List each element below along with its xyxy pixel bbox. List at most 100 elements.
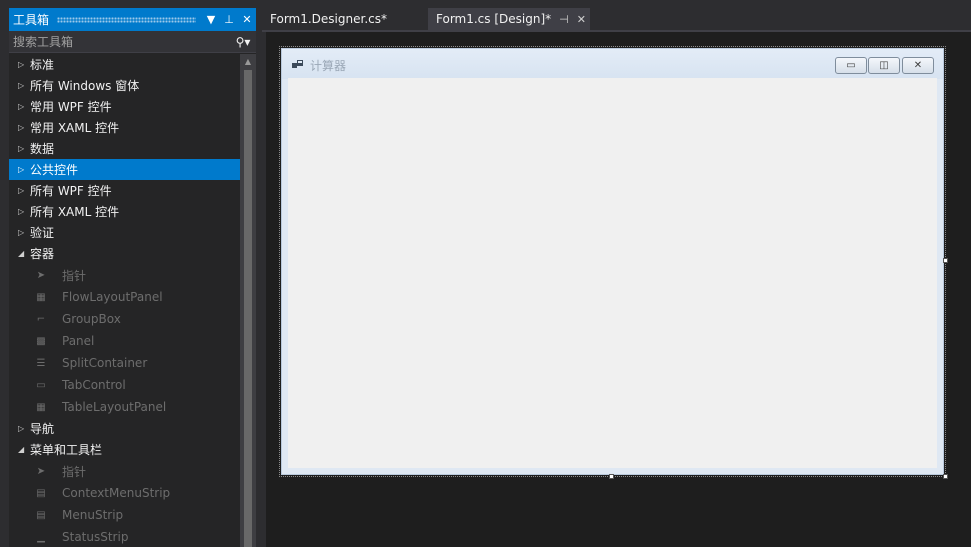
contextmenustrip-icon: ▤ <box>36 487 46 499</box>
statusstrip-icon: ▁ <box>37 531 45 543</box>
close-button[interactable]: ✕ <box>902 57 934 74</box>
visual-studio-window: 工具箱 ▼ ⊥ ✕ ⚲▾ ▷标准 ▷所有 Windows 窗体 ▷常用 WPF … <box>0 0 971 547</box>
form-title: 计算器 <box>310 59 347 73</box>
tool-item-flowlayoutpanel[interactable]: ▦ FlowLayoutPanel <box>9 286 240 308</box>
category-label: 容器 <box>30 247 55 261</box>
category-menus-toolbars[interactable]: ◢ 菜单和工具栏 <box>9 439 240 460</box>
expand-arrow-icon[interactable]: ▷ <box>18 123 30 132</box>
tool-item-statusstrip[interactable]: ▁ StatusStrip <box>9 526 240 547</box>
resize-handle-bottom[interactable] <box>609 474 614 479</box>
expand-arrow-icon[interactable]: ▷ <box>18 424 30 433</box>
form-client-area[interactable] <box>288 78 937 468</box>
category-navigation[interactable]: ▷ 导航 <box>9 418 240 439</box>
collapse-arrow-icon[interactable]: ◢ <box>18 249 30 258</box>
category-label: 公共控件 <box>30 163 79 177</box>
tool-label: GroupBox <box>62 312 121 326</box>
category-containers[interactable]: ◢ 容器 <box>9 243 240 264</box>
tool-label: MenuStrip <box>62 508 124 522</box>
category-label: 标准 <box>30 58 55 72</box>
tool-item-contextmenustrip[interactable]: ▤ ContextMenuStrip <box>9 482 240 504</box>
dropdown-icon[interactable]: ▼ <box>202 8 220 31</box>
scroll-up-icon[interactable]: ▲ <box>240 54 256 68</box>
tool-item-panel[interactable]: ▩ Panel <box>9 330 240 352</box>
pointer-icon: ➤ <box>36 465 46 477</box>
expand-arrow-icon[interactable]: ▷ <box>18 144 30 153</box>
tool-label: StatusStrip <box>62 530 129 544</box>
category-label: 验证 <box>30 226 55 240</box>
expand-arrow-icon[interactable]: ▷ <box>18 165 30 174</box>
tablelayoutpanel-icon: ▦ <box>36 401 46 413</box>
form-preview[interactable]: 计算器 ▭ ◫ ✕ <box>281 48 944 475</box>
category-common-wpf[interactable]: ▷ 常用 WPF 控件 <box>9 96 240 117</box>
category-data[interactable]: ▷ 数据 <box>9 138 240 159</box>
pin-icon[interactable]: ⊣ <box>559 13 569 26</box>
category-label: 常用 WPF 控件 <box>30 100 112 114</box>
expand-arrow-icon[interactable]: ▷ <box>18 81 30 90</box>
tool-label: ContextMenuStrip <box>62 486 171 500</box>
tool-item-tabcontrol[interactable]: ▭ TabControl <box>9 374 240 396</box>
category-label: 常用 XAML 控件 <box>30 121 120 135</box>
flowlayoutpanel-icon: ▦ <box>36 291 46 303</box>
tool-item-tablelayoutpanel[interactable]: ▦ TableLayoutPanel <box>9 396 240 418</box>
close-icon[interactable]: ✕ <box>577 13 586 26</box>
collapse-arrow-icon[interactable]: ◢ <box>18 445 30 454</box>
tool-label: Panel <box>62 334 95 348</box>
category-validation[interactable]: ▷ 验证 <box>9 222 240 243</box>
search-input[interactable] <box>9 31 230 52</box>
panel-icon: ▩ <box>36 335 46 347</box>
resize-handle-bottom-right[interactable] <box>943 474 948 479</box>
pointer-icon: ➤ <box>36 269 46 281</box>
maximize-button[interactable]: ◫ <box>868 57 900 74</box>
expand-arrow-icon[interactable]: ▷ <box>18 207 30 216</box>
groupbox-icon: ⌐ <box>36 313 46 325</box>
minimize-button[interactable]: ▭ <box>835 57 867 74</box>
category-standard[interactable]: ▷ 标准 <box>9 54 240 75</box>
expand-arrow-icon[interactable]: ▷ <box>18 60 30 69</box>
tool-label: 指针 <box>62 464 87 479</box>
document-tabs: Form1.Designer.cs* Form1.cs [Design]* ⊣ … <box>262 8 971 30</box>
tool-item-menustrip[interactable]: ▤ MenuStrip <box>9 504 240 526</box>
tab-form1-design[interactable]: Form1.cs [Design]* ⊣ ✕ <box>428 8 590 30</box>
scrollbar-thumb[interactable] <box>244 70 252 547</box>
category-all-windows-forms[interactable]: ▷ 所有 Windows 窗体 <box>9 75 240 96</box>
tool-item-pointer[interactable]: ➤ 指针 <box>9 264 240 286</box>
tool-item-splitcontainer[interactable]: ☰ SplitContainer <box>9 352 240 374</box>
tool-label: 指针 <box>62 268 87 283</box>
category-label: 所有 Windows 窗体 <box>30 79 140 93</box>
tool-label: TableLayoutPanel <box>62 400 167 414</box>
expand-arrow-icon[interactable]: ▷ <box>18 186 30 195</box>
toolbox-search: ⚲▾ <box>9 31 256 53</box>
category-all-wpf[interactable]: ▷ 所有 WPF 控件 <box>9 180 240 201</box>
expand-arrow-icon[interactable]: ▷ <box>18 228 30 237</box>
tab-label: Form1.Designer.cs* <box>270 12 387 26</box>
category-label: 所有 XAML 控件 <box>30 205 120 219</box>
menustrip-icon: ▤ <box>36 509 46 521</box>
tool-item-groupbox[interactable]: ⌐ GroupBox <box>9 308 240 330</box>
title-grip[interactable] <box>57 16 196 23</box>
category-common-xaml[interactable]: ▷ 常用 XAML 控件 <box>9 117 240 138</box>
category-label: 数据 <box>30 142 55 156</box>
tab-label: Form1.cs [Design]* <box>436 12 552 26</box>
expand-arrow-icon[interactable]: ▷ <box>18 102 30 111</box>
toolbox-panel: 工具箱 ▼ ⊥ ✕ ⚲▾ ▷标准 ▷所有 Windows 窗体 ▷常用 WPF … <box>9 8 256 547</box>
tool-label: SplitContainer <box>62 356 148 370</box>
toolbox-title-bar[interactable]: 工具箱 ▼ ⊥ ✕ <box>9 8 256 31</box>
close-icon[interactable]: ✕ <box>238 8 256 31</box>
form-window-icon <box>292 60 303 68</box>
tool-label: FlowLayoutPanel <box>62 290 163 304</box>
splitcontainer-icon: ☰ <box>36 357 46 369</box>
tabcontrol-icon: ▭ <box>36 379 46 391</box>
category-label: 菜单和工具栏 <box>30 443 103 457</box>
search-icon[interactable]: ⚲▾ <box>230 31 256 53</box>
toolbox-tree: ▷ 标准 ▷ 所有 Windows 窗体 ▷ 常用 WPF 控件 ▷ 常用 XAML 控… <box>9 54 240 547</box>
toolbox-title: 工具箱 <box>13 13 50 27</box>
category-label: 所有 WPF 控件 <box>30 184 112 198</box>
resize-handle-right[interactable] <box>943 258 948 263</box>
tab-form1-designer-cs[interactable]: Form1.Designer.cs* <box>262 8 422 30</box>
category-common-controls[interactable]: ▷ 公共控件 <box>9 159 240 180</box>
toolbox-scrollbar[interactable]: ▲ <box>240 54 256 547</box>
category-all-xaml[interactable]: ▷ 所有 XAML 控件 <box>9 201 240 222</box>
form-title-bar[interactable]: 计算器 ▭ ◫ ✕ <box>282 49 943 79</box>
pin-icon[interactable]: ⊥ <box>220 8 238 31</box>
tool-item-pointer[interactable]: ➤ 指针 <box>9 460 240 482</box>
